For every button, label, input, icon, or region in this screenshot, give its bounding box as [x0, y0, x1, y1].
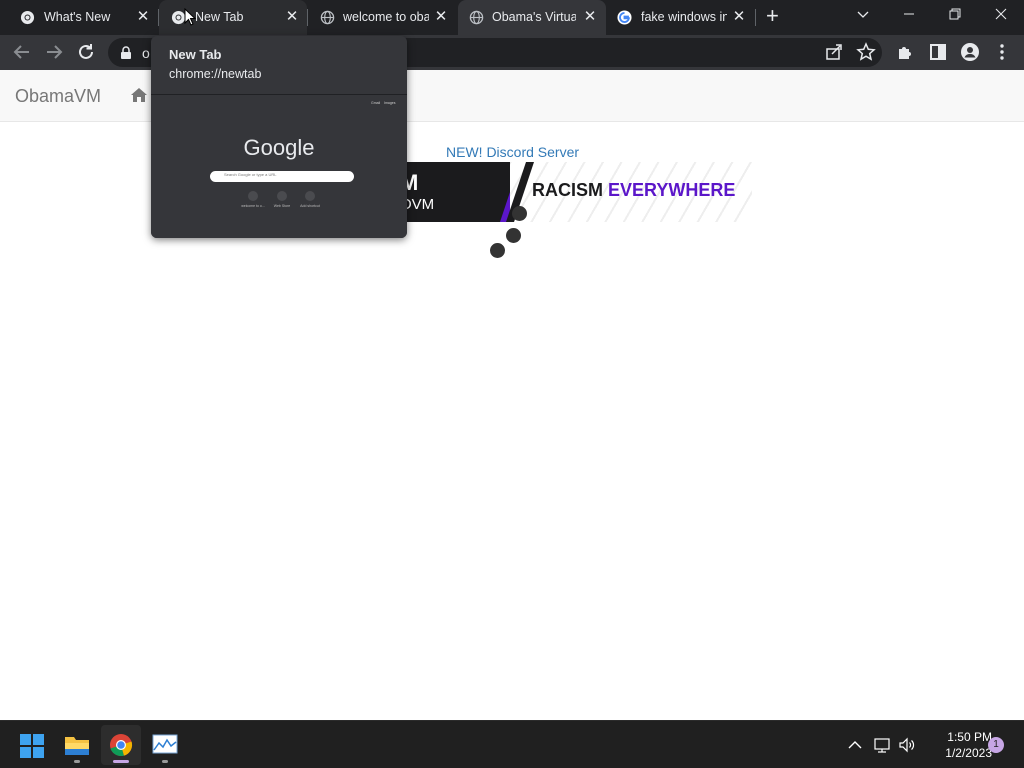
preview-shortcut: welcome to o... — [241, 191, 265, 208]
tab-search-icon[interactable] — [840, 0, 886, 30]
preview-images-link: Images — [384, 101, 396, 105]
bookmark-star-icon[interactable] — [854, 40, 878, 64]
banner-slogan-accent: EVERYWHERE — [608, 180, 736, 200]
hover-card-url: chrome://newtab — [169, 67, 262, 81]
preview-search-box: Search Google or type a URL — [210, 171, 354, 182]
close-tab-icon[interactable]: ✕ — [581, 8, 599, 26]
preview-shortcut-icon — [248, 191, 258, 201]
chrome-icon — [110, 734, 133, 757]
preview-shortcut: Web Store — [270, 191, 294, 208]
close-tab-icon[interactable]: ✕ — [730, 8, 748, 26]
globe-icon — [320, 10, 335, 25]
tab-hover-card: New Tab chrome://newtab Gmail Images Goo… — [151, 36, 407, 238]
tab-title: What's New — [44, 10, 111, 24]
minimize-icon[interactable] — [886, 0, 932, 30]
mouse-cursor-icon — [184, 8, 196, 26]
close-tab-icon[interactable]: ✕ — [134, 8, 152, 26]
taskbar-file-explorer[interactable] — [57, 725, 97, 765]
clock-time: 1:50 PM — [947, 730, 992, 744]
notification-badge[interactable]: 1 — [988, 737, 1004, 753]
preview-shortcut: Add shortcut — [298, 191, 322, 208]
close-tab-icon[interactable]: ✕ — [283, 8, 301, 26]
preview-search-placeholder: Search Google or type a URL — [224, 172, 277, 177]
running-indicator — [74, 760, 80, 763]
extensions-icon[interactable] — [894, 40, 918, 64]
tab-title: welcome to oba — [343, 10, 429, 24]
preview-shortcut-icon — [305, 191, 315, 201]
active-indicator — [113, 760, 129, 763]
back-arrow-icon[interactable] — [10, 40, 34, 64]
chevron-up-icon[interactable] — [846, 736, 864, 754]
url-text: o — [142, 45, 150, 61]
tab-strip: What's New ✕ New Tab ✕ welcome to oba ✕ … — [0, 0, 1024, 35]
tab-whats-new[interactable]: What's New ✕ — [0, 0, 158, 35]
tab-obamas-virtual[interactable]: Obama's Virtual ✕ — [458, 0, 606, 35]
hover-card-title: New Tab — [169, 47, 222, 62]
taskbar-chrome[interactable] — [101, 725, 141, 765]
volume-icon[interactable] — [898, 736, 916, 754]
hover-card-preview: Gmail Images Google Search Google or typ… — [151, 94, 407, 238]
reload-icon[interactable] — [74, 40, 98, 64]
new-tab-button[interactable]: + — [766, 5, 779, 27]
restore-icon[interactable] — [932, 0, 978, 30]
tab-separator — [755, 9, 756, 26]
close-window-icon[interactable] — [978, 0, 1024, 30]
home-icon[interactable] — [130, 87, 148, 103]
tab-title: fake windows in — [641, 10, 727, 24]
banner-slogan-prefix: RACISM — [532, 180, 608, 200]
tab-fake-windows[interactable]: fake windows in ✕ — [606, 0, 756, 35]
discord-server-link[interactable]: NEW! Discord Server — [446, 144, 579, 160]
tab-title: Obama's Virtual — [492, 10, 576, 24]
preview-gmail-link: Gmail — [371, 101, 381, 105]
close-tab-icon[interactable]: ✕ — [432, 8, 450, 26]
preview-shortcut-icon — [277, 191, 287, 201]
windows-logo-icon — [20, 734, 44, 758]
forward-arrow-icon[interactable] — [42, 40, 66, 64]
task-manager-icon — [152, 734, 178, 754]
preview-shortcut-label: Add shortcut — [300, 204, 320, 208]
globe-icon — [469, 10, 484, 25]
folder-icon — [65, 737, 89, 755]
tab-welcome[interactable]: welcome to oba ✕ — [308, 0, 458, 35]
preview-shortcut-label: Web Store — [273, 204, 291, 208]
preview-google-logo: Google — [243, 135, 315, 160]
preview-shortcut-label: welcome to o... — [241, 204, 265, 208]
tab-title: New Tab — [195, 10, 244, 24]
side-panel-icon[interactable] — [926, 40, 950, 64]
running-indicator — [162, 760, 168, 763]
loading-spinner-dot — [490, 243, 505, 258]
loading-spinner-dot — [512, 206, 527, 221]
taskbar-task-manager[interactable] — [145, 725, 185, 765]
tab-new-tab[interactable]: New Tab ✕ — [159, 0, 307, 35]
windows-taskbar: 1:50 PM 1/2/2023 1 — [0, 720, 1024, 768]
google-icon — [617, 10, 632, 25]
system-clock[interactable]: 1:50 PM 1/2/2023 — [922, 729, 992, 761]
site-brand[interactable]: ObamaVM — [15, 86, 101, 107]
share-icon[interactable] — [822, 40, 846, 64]
clock-date: 1/2/2023 — [945, 746, 992, 760]
banner-slogan: RACISM EVERYWHERE — [532, 180, 735, 201]
network-icon[interactable] — [873, 736, 891, 754]
lock-icon[interactable] — [120, 46, 132, 59]
loading-spinner-dot — [506, 228, 521, 243]
profile-icon[interactable] — [958, 40, 982, 64]
start-button[interactable] — [12, 725, 52, 765]
menu-kebab-icon[interactable] — [990, 40, 1014, 64]
chrome-icon — [20, 10, 35, 25]
